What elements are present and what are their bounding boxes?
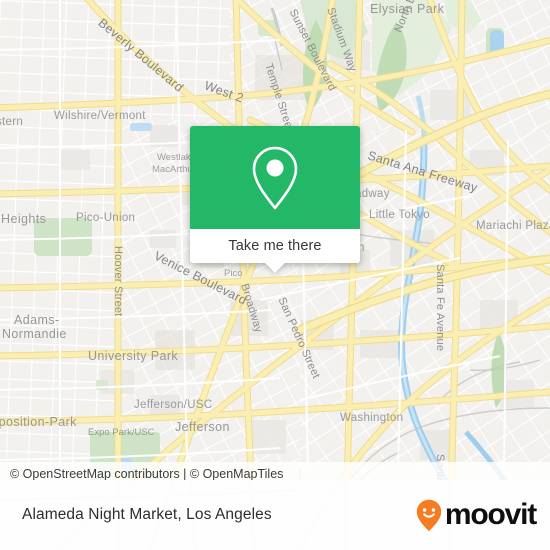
popup-header: [190, 126, 360, 229]
location-popup-card[interactable]: Take me there: [190, 126, 360, 273]
map-viewport[interactable]: Elysian ParkWilshire/VermontsternWestlak…: [0, 0, 550, 480]
moovit-logo[interactable]: moovit: [416, 498, 537, 532]
page-title: Alameda Night Market, Los Angeles: [22, 506, 272, 523]
moovit-smiley-pin-icon: [416, 499, 442, 531]
map-screenshot: Elysian ParkWilshire/VermontsternWestlak…: [0, 0, 550, 550]
map-attribution-bar: © OpenStreetMap contributors | © OpenMap…: [0, 462, 550, 480]
take-me-there-button[interactable]: Take me there: [228, 238, 321, 254]
moovit-wordmark: moovit: [444, 498, 537, 531]
footer-bar: Alameda Night Market, Los Angeles moovit: [0, 480, 550, 550]
map-pin-icon: [252, 146, 298, 209]
attribution-text[interactable]: © OpenStreetMap contributors | © OpenMap…: [0, 467, 283, 480]
popup-footer[interactable]: Take me there: [190, 229, 360, 263]
popup-tail-pointer: [264, 262, 286, 273]
